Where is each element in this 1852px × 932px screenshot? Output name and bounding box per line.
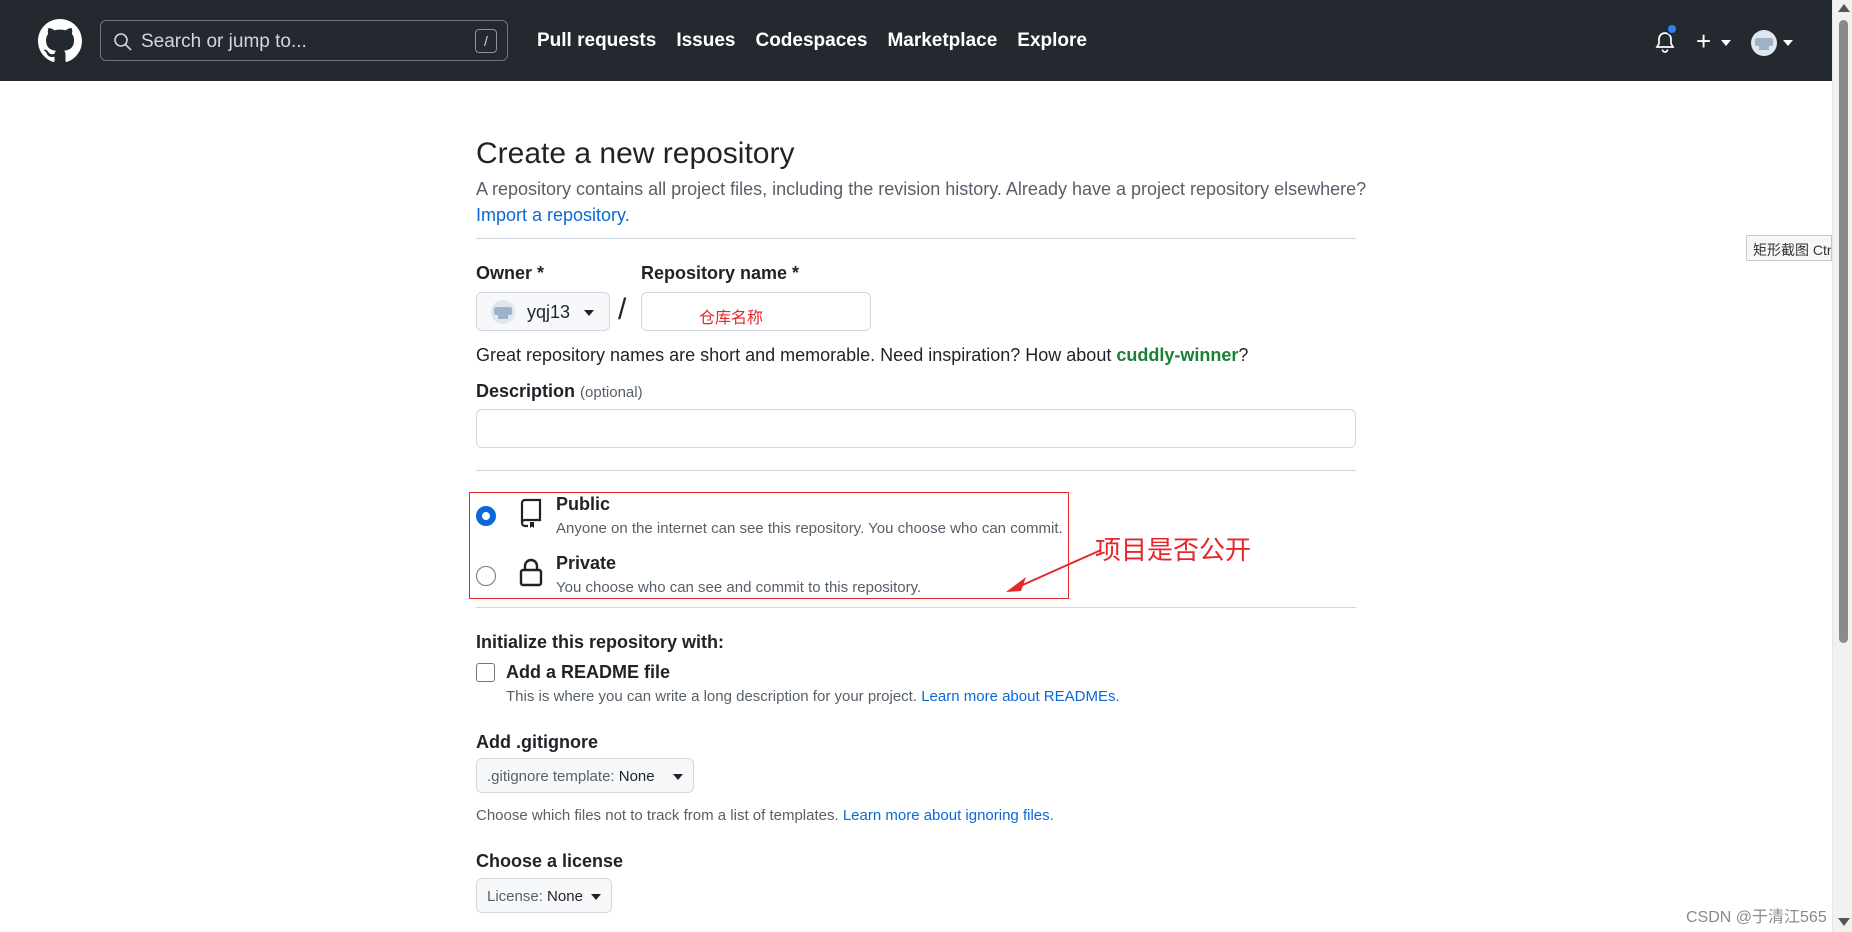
name-suggestion[interactable]: cuddly-winner [1116,345,1238,365]
chevron-down-icon [1721,40,1731,46]
nav-issues[interactable]: Issues [676,30,735,52]
owner-avatar [491,300,515,324]
page-scrollbar[interactable] [1832,0,1852,932]
search-icon [114,33,132,51]
avatar-image-icon [1755,38,1773,50]
visibility-private-title: Private [556,553,617,573]
initialize-heading: Initialize this repository with: [476,632,725,652]
hint-suffix: ? [1238,345,1249,365]
nav-pull-requests[interactable]: Pull requests [537,30,656,52]
page-title: Create a new repository [476,137,795,170]
nav-codespaces[interactable]: Codespaces [755,30,867,52]
owner-select[interactable]: yqj13 [476,292,610,331]
nav-marketplace[interactable]: Marketplace [887,30,997,52]
readme-desc-text: This is where you can write a long descr… [506,688,918,705]
annotation-arrow-icon [1006,549,1102,592]
description-input[interactable] [476,409,1356,448]
gitignore-heading: Add .gitignore [476,732,598,752]
chevron-down-icon [673,774,683,780]
add-readme-label: Add a README file [506,662,671,682]
chevron-down-icon [1783,40,1793,46]
repo-book-icon [520,498,542,528]
repository-name-annotation: 仓库名称 [699,310,764,327]
owner-name: yqj13 [527,302,571,322]
repository-name-input[interactable]: 仓库名称 [641,292,871,331]
top-header: Search or jump to... / Pull requests Iss… [0,0,1832,81]
optional-tag: (optional) [580,384,643,401]
divider [476,238,1356,239]
github-logo-icon[interactable] [38,19,82,63]
divider [476,470,1356,471]
avatar-image-icon [494,307,512,319]
notification-indicator [1666,23,1678,35]
gitignore-select-prefix: .gitignore template: [487,768,619,785]
description-label: Description (optional) [476,381,643,402]
owner-repo-separator: / [618,293,627,326]
scroll-up-icon[interactable] [1838,4,1850,12]
nav-explore[interactable]: Explore [1017,30,1087,52]
watermark: CSDN @于清江565 [1686,909,1827,926]
search-shortcut-key: / [475,29,497,53]
import-repository-link[interactable]: Import a repository. [476,205,630,226]
visibility-public-title: Public [556,494,611,514]
search-placeholder: Search or jump to... [141,31,307,52]
license-select-prefix: License: [487,888,548,905]
license-heading: Choose a license [476,851,624,871]
chevron-down-icon [584,310,594,316]
license-select-value: None [547,888,583,905]
visibility-public-radio[interactable] [476,506,496,526]
lock-icon [519,558,543,587]
screenshot-tooltip: 矩形截图 Ctrl + [1746,235,1832,261]
hint-text: Great repository names are short and mem… [476,345,1117,365]
visibility-private-desc: You choose who can see and commit to thi… [556,579,922,596]
visibility-public-desc: Anyone on the internet can see this repo… [556,520,1063,537]
repo-name-hint: Great repository names are short and mem… [476,345,1248,366]
page-subtitle: A repository contains all project files,… [476,179,1367,199]
learn-more-readmes-link[interactable]: Learn more about READMEs. [921,688,1119,705]
search-input[interactable]: Search or jump to... / [100,20,508,61]
divider [476,607,1356,608]
gitignore-select-value: None [618,768,655,785]
scroll-down-icon[interactable] [1838,918,1850,926]
visibility-annotation: 项目是否公开 [1095,535,1252,565]
global-nav: Pull requests Issues Codespaces Marketpl… [537,30,1087,52]
gitignore-template-select[interactable]: .gitignore template: None [476,758,694,793]
visibility-private-radio[interactable] [476,566,496,586]
description-label-text: Description [476,381,576,401]
user-avatar[interactable] [1751,30,1777,56]
create-new-button[interactable]: + [1696,28,1711,54]
add-readme-checkbox[interactable] [476,663,495,682]
gitignore-description: Choose which files not to track from a l… [476,807,1054,824]
owner-label: Owner * [476,263,545,283]
chevron-down-icon [591,894,601,900]
gitignore-desc-text: Choose which files not to track from a l… [476,807,839,824]
readme-description: This is where you can write a long descr… [506,688,1120,705]
scrollbar-thumb[interactable] [1839,20,1848,643]
repository-name-label: Repository name * [641,263,800,283]
learn-more-ignoring-files-link[interactable]: Learn more about ignoring files. [843,807,1054,824]
license-select[interactable]: License: None [476,878,612,913]
